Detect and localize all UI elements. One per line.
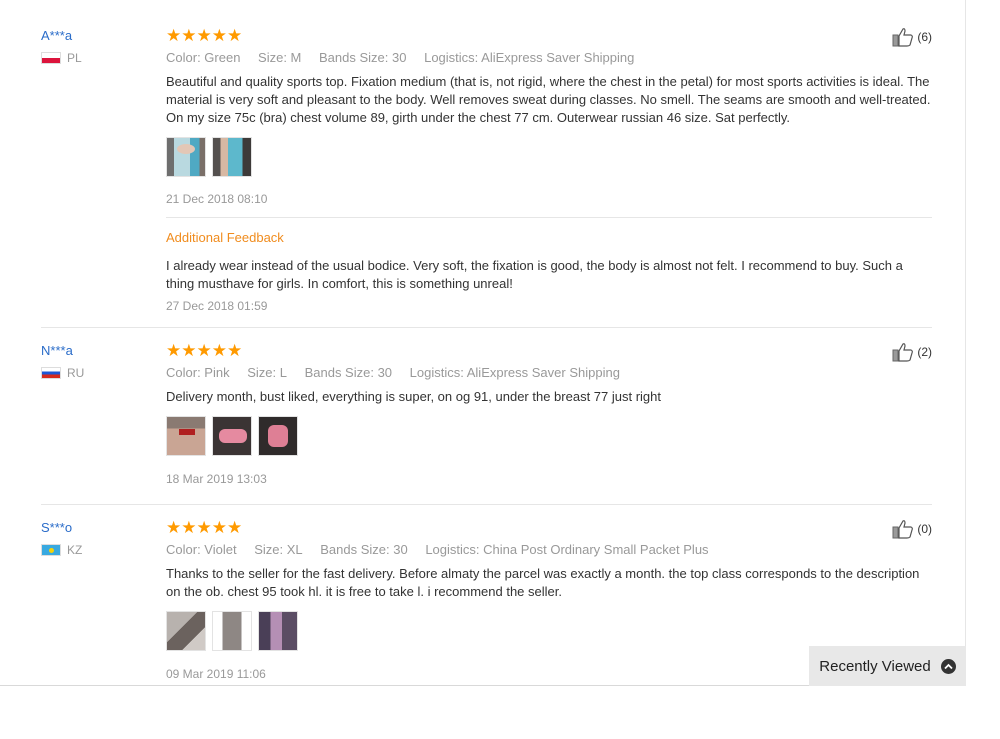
country-code: RU — [67, 366, 85, 380]
reviewer-name[interactable]: A***a — [41, 27, 151, 45]
review-text: Beautiful and quality sports top. Fixati… — [166, 74, 931, 125]
additional-feedback-date: 27 Dec 2018 01:59 — [166, 299, 268, 313]
review-content: ★★★★★ Color: Green Size: M Bands Size: 3… — [166, 27, 932, 314]
reviewer-info: N***a RU — [41, 342, 151, 380]
review-photo-thumbnail[interactable] — [212, 416, 252, 456]
star-rating: ★★★★★ — [166, 26, 243, 45]
meta-bands-size: Bands Size: 30 — [304, 365, 393, 380]
meta-color: Color: Green — [166, 50, 241, 65]
meta-bands-size: Bands Size: 30 — [319, 50, 407, 65]
review-photos — [166, 137, 932, 177]
reviewer-info: A***a PL — [41, 27, 151, 65]
helpful-button[interactable]: (0) — [892, 519, 932, 539]
review-text: Delivery month, bust liked, everything i… — [166, 389, 661, 404]
helpful-button[interactable]: (2) — [892, 342, 932, 362]
review-photos — [166, 416, 932, 456]
thumbs-up-icon — [892, 520, 914, 539]
thumbs-up-icon — [892, 343, 914, 362]
country-code: PL — [67, 51, 82, 65]
review-date: 21 Dec 2018 08:10 — [166, 192, 268, 206]
review-photo-thumbnail[interactable] — [166, 611, 206, 651]
helpful-count: (6) — [917, 30, 932, 44]
recently-viewed-button[interactable]: Recently Viewed — [809, 646, 966, 686]
review-text: Thanks to the seller for the fast delive… — [166, 566, 920, 599]
review-item: N***a RU ★★★★★ Color: Pink Size: L Bands… — [41, 342, 932, 505]
review-photo-thumbnail[interactable] — [258, 611, 298, 651]
thumbs-up-icon — [892, 28, 914, 47]
reviewer-country: RU — [41, 366, 151, 380]
reviewer-name[interactable]: N***a — [41, 342, 151, 360]
meta-size: Size: M — [258, 50, 302, 65]
review-photo-thumbnail[interactable] — [166, 416, 206, 456]
helpful-count: (2) — [917, 345, 932, 359]
review-item: A***a PL ★★★★★ Color: Green Size: M Band… — [41, 27, 932, 328]
meta-color: Color: Pink — [166, 365, 230, 380]
review-photo-thumbnail[interactable] — [258, 416, 298, 456]
poland-flag-icon — [41, 52, 61, 64]
reviewer-name[interactable]: S***o — [41, 519, 151, 537]
meta-size: Size: XL — [254, 542, 303, 557]
meta-size: Size: L — [247, 365, 287, 380]
additional-feedback-divider — [166, 217, 932, 218]
chevron-up-icon — [940, 658, 956, 674]
recently-viewed-label: Recently Viewed — [819, 657, 931, 675]
review-meta: Color: Violet Size: XL Bands Size: 30 Lo… — [166, 541, 932, 559]
additional-feedback-title: Additional Feedback — [166, 230, 284, 245]
russia-flag-icon — [41, 367, 61, 379]
meta-color: Color: Violet — [166, 542, 237, 557]
additional-feedback-text: I already wear instead of the usual bodi… — [166, 258, 903, 291]
country-code: KZ — [67, 543, 83, 557]
review-meta: Color: Pink Size: L Bands Size: 30 Logis… — [166, 364, 932, 382]
meta-logistics: Logistics: China Post Ordinary Small Pac… — [425, 542, 709, 557]
review-date: 18 Mar 2019 13:03 — [166, 472, 267, 486]
helpful-button[interactable]: (6) — [892, 27, 932, 47]
helpful-count: (0) — [917, 522, 932, 536]
review-meta: Color: Green Size: M Bands Size: 30 Logi… — [166, 49, 932, 67]
reviewer-info: S***o KZ — [41, 519, 151, 557]
reviewer-country: PL — [41, 51, 151, 65]
star-rating: ★★★★★ — [166, 341, 243, 360]
meta-logistics: Logistics: AliExpress Saver Shipping — [409, 365, 620, 380]
review-photo-thumbnail[interactable] — [212, 137, 252, 177]
review-photos — [166, 611, 932, 651]
feedback-panel: A***a PL ★★★★★ Color: Green Size: M Band… — [0, 0, 966, 686]
review-content: ★★★★★ Color: Pink Size: L Bands Size: 30… — [166, 342, 932, 487]
reviewer-country: KZ — [41, 543, 151, 557]
meta-logistics: Logistics: AliExpress Saver Shipping — [424, 50, 635, 65]
review-photo-thumbnail[interactable] — [166, 137, 206, 177]
meta-bands-size: Bands Size: 30 — [320, 542, 408, 557]
kazakhstan-flag-icon — [41, 544, 61, 556]
star-rating: ★★★★★ — [166, 518, 243, 537]
review-item: S***o KZ ★★★★★ Color: Violet Size: XL Ba… — [41, 519, 932, 685]
review-photo-thumbnail[interactable] — [212, 611, 252, 651]
